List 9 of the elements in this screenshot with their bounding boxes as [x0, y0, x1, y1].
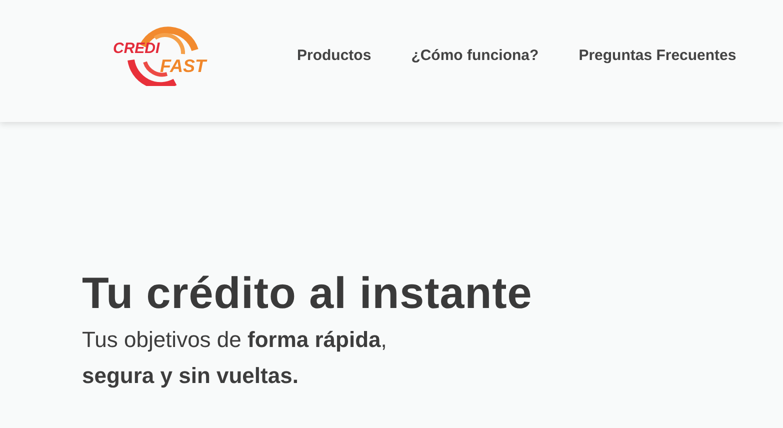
logo[interactable]: CREDI FAST — [113, 26, 215, 86]
hero-title: Tu crédito al instante — [82, 268, 534, 320]
nav-link[interactable]: Productos — [297, 44, 372, 68]
nav-link[interactable]: ¿Cómo funciona? — [411, 44, 539, 68]
hero-subtitle: Tus objetivos de forma rápida, — [82, 326, 388, 354]
logo-text: FAST — [160, 57, 206, 75]
hero-subtitle: segura y sin vueltas. — [82, 362, 300, 390]
logo-text: CREDI — [113, 41, 160, 56]
nav-link[interactable]: Preguntas Frecuentes — [578, 44, 736, 68]
